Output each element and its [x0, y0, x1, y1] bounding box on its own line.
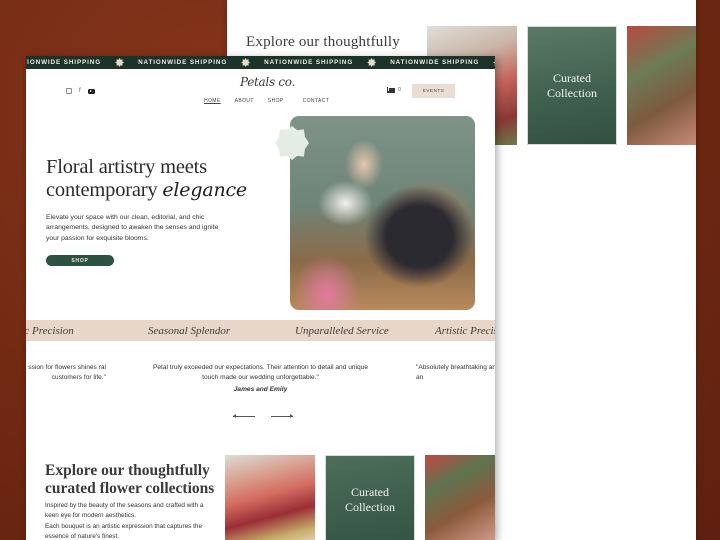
flower-badge-icon [241, 58, 251, 67]
main-nav: HOME ABOUT SHOP CONTACT [204, 98, 329, 104]
cart-button[interactable]: 0 [387, 87, 401, 93]
nav-about[interactable]: ABOUT [235, 98, 254, 104]
collection-tile-curated[interactable]: Curated Collection [325, 455, 415, 540]
events-button[interactable]: EVENTS [412, 84, 455, 98]
arrow-left-icon[interactable] [233, 413, 255, 419]
ticker-text: NATIONWIDE SHIPPING [138, 59, 228, 66]
collections-heading: Explore our thoughtfully curated flower … [45, 462, 214, 498]
ticker-text: NATIONWIDE SHIPPING [390, 59, 480, 66]
testimonial-author: James and Emily [233, 385, 288, 393]
hero-title-script: elegance [162, 179, 247, 201]
ticker-text: NATIONWIDE SHIPPING [26, 59, 102, 66]
ticker-text: NATIONWIDE SHIPPING [264, 59, 354, 66]
collections-description: Inspired by the beauty of the seasons an… [45, 501, 215, 540]
collection-tile-bouquets[interactable] [225, 455, 315, 540]
decorative-flower-shape [275, 126, 309, 160]
value-item: Seasonal Splendor [148, 324, 231, 337]
nav-home[interactable]: HOME [204, 98, 221, 104]
hero-image [290, 116, 475, 310]
carousel-controls [233, 413, 293, 419]
nav-contact[interactable]: CONTACT [303, 98, 330, 104]
flower-badge-icon [367, 58, 377, 67]
testimonial-quote: Petal truly exceeded our expectations. T… [152, 364, 369, 382]
collection-tile-florist[interactable] [425, 455, 495, 540]
collection-tile-florist[interactable] [627, 26, 696, 145]
nav-shop[interactable]: SHOP [268, 98, 284, 104]
flower-badge-icon [115, 58, 125, 67]
announcement-bar: NATIONWIDE SHIPPING NATIONWIDE SHIPPING NA… [26, 56, 495, 69]
arrow-right-icon[interactable] [271, 413, 293, 419]
collections-heading-line1: Explore our thoughtfully [45, 462, 210, 479]
shop-button[interactable]: SHOP [46, 255, 114, 266]
instagram-icon[interactable] [66, 88, 72, 94]
tile-caption: Curated Collection [547, 70, 597, 100]
value-item: Artistic Precision [435, 324, 495, 337]
cart-icon [387, 87, 395, 93]
hero-description: Elevate your space with our clean, edito… [46, 214, 219, 242]
front-page-preview: NATIONWIDE SHIPPING NATIONWIDE SHIPPING NA… [26, 56, 495, 540]
logo[interactable]: Petals co. [240, 75, 295, 89]
youtube-icon[interactable] [87, 88, 95, 94]
hero-title-line1: Floral artistry meets [46, 156, 207, 178]
collections-heading-line2: curated flower collections [45, 480, 215, 497]
tile-caption: Curated Collection [345, 485, 395, 514]
flower-badge-icon [493, 58, 495, 67]
testimonial-prev: ssion for flowers shines ral customers f… [28, 364, 106, 382]
hero-title-line2: contemporary [46, 179, 158, 201]
testimonial-current: Petal truly exceeded our expectations. T… [148, 363, 373, 395]
facebook-icon[interactable]: f [79, 88, 81, 94]
collection-tile-curated[interactable]: Curated Collection [527, 26, 617, 145]
collections-description-line2: Each bouquet is an artistic expression t… [45, 522, 203, 540]
values-marquee: stic Precision Seasonal Splendor Unparal… [26, 320, 495, 341]
cart-count: 0 [398, 87, 401, 93]
value-item: Unparalleled Service [295, 324, 389, 337]
collections-description-line1: Inspired by the beauty of the seasons an… [45, 502, 204, 520]
social-links: f [66, 88, 95, 94]
hero-title: Floral artistry meets contemporary elega… [46, 156, 247, 202]
testimonial-next: "Absolutely breathtaking art. It brought… [416, 364, 495, 382]
value-item: stic Precision [26, 324, 74, 337]
ticker-track: NATIONWIDE SHIPPING NATIONWIDE SHIPPING NA… [26, 58, 495, 67]
back-explore-heading: Explore our thoughtfully [246, 34, 400, 50]
